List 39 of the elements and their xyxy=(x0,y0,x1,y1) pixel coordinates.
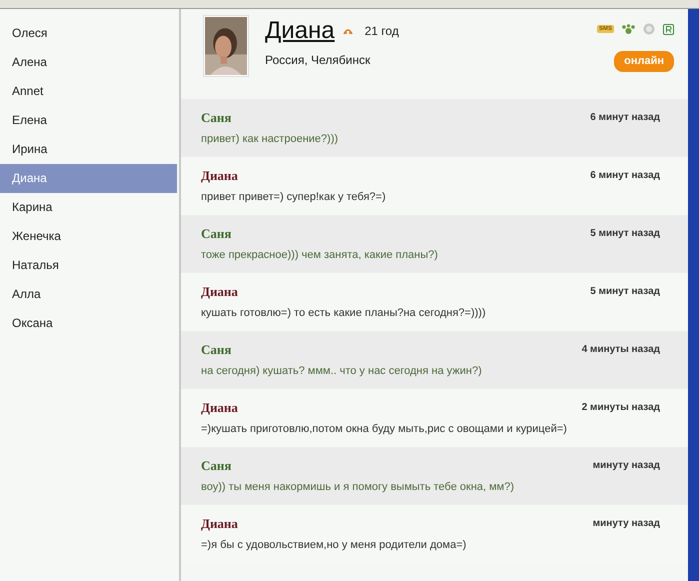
contact-item[interactable]: Женечка xyxy=(0,222,177,251)
paw-icon[interactable] xyxy=(622,24,635,34)
message-text: воу)) ты меня накормишь и я помогу вымыть тебе окна, мм?) xyxy=(201,480,516,494)
sender-name[interactable]: Саня xyxy=(201,108,232,128)
contact-item[interactable]: Елена xyxy=(0,106,177,135)
message-time: 2 минуты назад xyxy=(582,401,660,416)
contact-item[interactable]: Оксана xyxy=(0,309,177,338)
message-text: привет привет=) супер!как у тебя?=) xyxy=(201,190,387,204)
contact-item[interactable]: Алена xyxy=(0,48,177,77)
message-time: минуту назад xyxy=(592,459,660,474)
r-square-icon[interactable] xyxy=(663,24,674,34)
sender-name[interactable]: Саня xyxy=(201,456,232,476)
message-text: =)кушать приготовлю,потом окна буду мыть,рис с овощами и курицей=) xyxy=(201,422,568,436)
sender-name[interactable]: Диана xyxy=(201,398,238,418)
sender-name[interactable]: Диана xyxy=(201,282,238,302)
message-text: тоже прекрасное))) чем занята, какие планы?) xyxy=(201,248,439,262)
contact-item[interactable]: Annet xyxy=(0,77,177,106)
message-time: 5 минут назад xyxy=(590,285,660,300)
message-time: 6 минут назад xyxy=(590,169,660,184)
message-text: на сегодня) кушать? ммм.. что у нас сегодня на ужин?) xyxy=(201,364,483,378)
contact-item[interactable]: Карина xyxy=(0,193,177,222)
profile-name[interactable]: Диана xyxy=(265,19,335,43)
sender-name[interactable]: Диана xyxy=(201,166,238,186)
sender-name[interactable]: Саня xyxy=(201,224,232,244)
message-text: =)я бы с удовольствием,но у меня родители дома=) xyxy=(201,538,468,552)
location-text: Россия, Челябинск xyxy=(265,52,372,69)
contact-item[interactable]: Ирина xyxy=(0,135,177,164)
contact-item[interactable]: Олеся xyxy=(0,19,177,48)
age-text: 21 год xyxy=(364,23,399,40)
message-time: минуту назад xyxy=(592,517,660,532)
message-time: 5 минут назад xyxy=(590,227,660,242)
contact-item[interactable]: Алла xyxy=(0,280,177,309)
message-text: привет) как настроение?))) xyxy=(201,132,340,146)
message-time: 4 минуты назад xyxy=(582,343,660,358)
message-time: 6 минут назад xyxy=(590,111,660,126)
message-text: кушать готовлю=) то есть какие планы?на сегодня?=)))) xyxy=(201,306,487,320)
sender-name[interactable]: Диана xyxy=(201,514,238,534)
contact-item[interactable]: Наталья xyxy=(0,251,177,280)
sender-name[interactable]: Саня xyxy=(201,340,232,360)
